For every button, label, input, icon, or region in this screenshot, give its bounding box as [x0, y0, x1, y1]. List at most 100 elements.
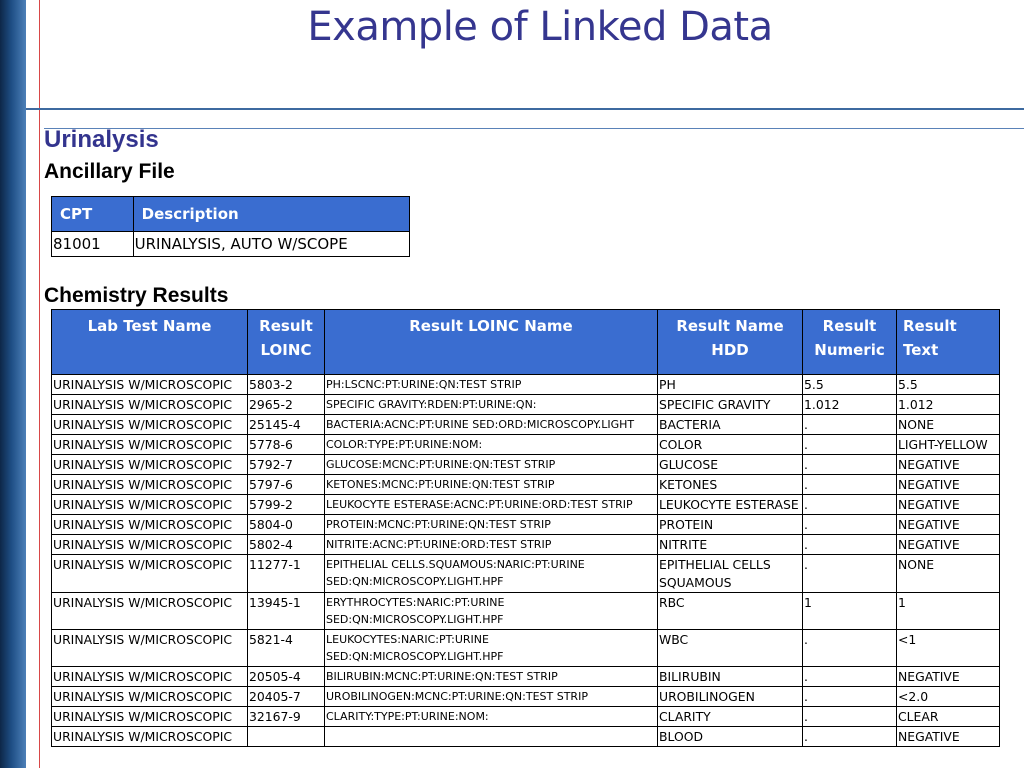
- result-text-cell: NEGATIVE: [896, 534, 1000, 555]
- result-text-cell: NEGATIVE: [896, 514, 1000, 535]
- lab-test-name-cell: URINALYSIS W/MICROSCOPIC: [51, 414, 248, 435]
- table-row: URINALYSIS W/MICROSCOPIC 2965-2 SPECIFIC G…: [51, 394, 1000, 415]
- result-loinc-name-cell: GLUCOSE:MCNC:PT:URINE:QN:TEST STRIP: [324, 454, 658, 475]
- table-row: URINALYSIS W/MICROSCOPIC 5803-2 PH:LSCNC:P…: [51, 374, 1000, 395]
- ancillary-heading: Ancillary File: [44, 160, 175, 183]
- table-row: URINALYSIS W/MICROSCOPIC 13945-1 ERYTHROCY…: [51, 592, 1000, 630]
- lab-test-name-cell: URINALYSIS W/MICROSCOPIC: [51, 494, 248, 515]
- result-numeric-cell: .: [802, 454, 897, 475]
- result-name-hdd-cell: GLUCOSE: [657, 454, 803, 475]
- result-name-hdd-cell: CLARITY: [657, 706, 803, 727]
- result-numeric-cell: 1: [802, 592, 897, 630]
- result-numeric-cell: .: [802, 414, 897, 435]
- lab-test-name-cell: URINALYSIS W/MICROSCOPIC: [51, 629, 248, 667]
- result-loinc-cell: 5803-2: [247, 374, 325, 395]
- description-cell: URINALYSIS, AUTO W/SCOPE: [132, 231, 411, 257]
- result-name-hdd-cell: LEUKOCYTE ESTERASE: [657, 494, 803, 515]
- result-loinc-cell: 32167-9: [247, 706, 325, 727]
- result-text-cell: NEGATIVE: [896, 666, 1000, 687]
- result-text-cell: CLEAR: [896, 706, 1000, 727]
- table-header-row: CPT Description: [51, 196, 411, 232]
- column-header-result-loinc: Result LOINC: [247, 309, 325, 375]
- column-header-result-numeric: Result Numeric: [802, 309, 897, 375]
- table-row: URINALYSIS W/MICROSCOPIC 20505-4 BILIRUBIN…: [51, 666, 1000, 687]
- lab-test-name-cell: URINALYSIS W/MICROSCOPIC: [51, 514, 248, 535]
- lab-test-name-cell: URINALYSIS W/MICROSCOPIC: [51, 726, 248, 747]
- column-header-result-name-hdd: Result Name HDD: [657, 309, 803, 375]
- result-numeric-cell: .: [802, 534, 897, 555]
- result-name-hdd-cell: NITRITE: [657, 534, 803, 555]
- column-header-result-text: Result Text: [896, 309, 1000, 375]
- lab-test-name-cell: URINALYSIS W/MICROSCOPIC: [51, 434, 248, 455]
- result-name-hdd-cell: BLOOD: [657, 726, 803, 747]
- result-numeric-cell: .: [802, 706, 897, 727]
- result-name-hdd-cell: BILIRUBIN: [657, 666, 803, 687]
- result-loinc-name-cell: ERYTHROCYTES:NARIC:PT:URINE SED:QN:MICRO…: [324, 592, 658, 630]
- lab-test-name-cell: URINALYSIS W/MICROSCOPIC: [51, 454, 248, 475]
- result-loinc-cell: [247, 726, 325, 747]
- result-loinc-name-cell: CLARITY:TYPE:PT:URINE:NOM:: [324, 706, 658, 727]
- title-divider: [26, 108, 1024, 110]
- result-text-cell: NEGATIVE: [896, 474, 1000, 495]
- result-name-hdd-cell: EPITHELIAL CELLS SQUAMOUS: [657, 554, 803, 593]
- left-accent-bar: [0, 0, 26, 768]
- section-heading: Urinalysis: [44, 126, 159, 153]
- lab-test-name-cell: URINALYSIS W/MICROSCOPIC: [51, 686, 248, 707]
- column-header-cpt: CPT: [51, 196, 134, 232]
- lab-test-name-cell: URINALYSIS W/MICROSCOPIC: [51, 394, 248, 415]
- result-name-hdd-cell: KETONES: [657, 474, 803, 495]
- result-loinc-cell: 13945-1: [247, 592, 325, 630]
- table-row: URINALYSIS W/MICROSCOPIC BLOOD. NEGATIVE: [51, 726, 1000, 747]
- lab-test-name-cell: URINALYSIS W/MICROSCOPIC: [51, 706, 248, 727]
- result-name-hdd-cell: BACTERIA: [657, 414, 803, 435]
- result-text-cell: <2.0: [896, 686, 1000, 707]
- result-numeric-cell: .: [802, 494, 897, 515]
- result-numeric-cell: 5.5: [802, 374, 897, 395]
- result-name-hdd-cell: SPECIFIC GRAVITY: [657, 394, 803, 415]
- result-loinc-name-cell: LEUKOCYTE ESTERASE:ACNC:PT:URINE:ORD:TES…: [324, 494, 658, 515]
- result-name-hdd-cell: WBC: [657, 629, 803, 667]
- lab-test-name-cell: URINALYSIS W/MICROSCOPIC: [51, 374, 248, 395]
- result-name-hdd-cell: RBC: [657, 592, 803, 630]
- table-row: 81001 URINALYSIS, AUTO W/SCOPE: [51, 231, 411, 257]
- result-loinc-cell: 5797-6: [247, 474, 325, 495]
- result-numeric-cell: 1.012: [802, 394, 897, 415]
- table-row: URINALYSIS W/MICROSCOPIC 32167-9 CLARITY:T…: [51, 706, 1000, 727]
- result-numeric-cell: .: [802, 629, 897, 667]
- table-header-row: Lab Test Name Result LOINC Result LOINC …: [51, 309, 1000, 375]
- cpt-cell: 81001: [51, 231, 134, 257]
- result-text-cell: NONE: [896, 414, 1000, 435]
- table-row: URINALYSIS W/MICROSCOPIC 11277-1 EPITHELIA…: [51, 554, 1000, 593]
- result-numeric-cell: .: [802, 726, 897, 747]
- lab-test-name-cell: URINALYSIS W/MICROSCOPIC: [51, 554, 248, 593]
- result-loinc-cell: 2965-2: [247, 394, 325, 415]
- section-divider: [44, 128, 1024, 129]
- table-row: URINALYSIS W/MICROSCOPIC 5792-7 GLUCOSE:MC…: [51, 454, 1000, 475]
- result-loinc-cell: 5799-2: [247, 494, 325, 515]
- lab-test-name-cell: URINALYSIS W/MICROSCOPIC: [51, 666, 248, 687]
- table-row: URINALYSIS W/MICROSCOPIC 5804-0 PROTEIN:MC…: [51, 514, 1000, 535]
- table-row: URINALYSIS W/MICROSCOPIC 5821-4 LEUKOCYTES…: [51, 629, 1000, 667]
- result-loinc-name-cell: BILIRUBIN:MCNC:PT:URINE:QN:TEST STRIP: [324, 666, 658, 687]
- result-name-hdd-cell: COLOR: [657, 434, 803, 455]
- result-loinc-cell: 5804-0: [247, 514, 325, 535]
- result-numeric-cell: .: [802, 434, 897, 455]
- result-text-cell: <1: [896, 629, 1000, 667]
- column-header-description: Description: [132, 196, 411, 232]
- ancillary-table: CPT Description 81001 URINALYSIS, AUTO W…: [51, 196, 411, 257]
- result-loinc-name-cell: UROBILINOGEN:MCNC:PT:URINE:QN:TEST STRIP: [324, 686, 658, 707]
- result-loinc-name-cell: NITRITE:ACNC:PT:URINE:ORD:TEST STRIP: [324, 534, 658, 555]
- margin-rule: [39, 0, 40, 768]
- result-loinc-name-cell: COLOR:TYPE:PT:URINE:NOM:: [324, 434, 658, 455]
- result-text-cell: 1.012: [896, 394, 1000, 415]
- column-header-result-loinc-name: Result LOINC Name: [324, 309, 658, 375]
- table-row: URINALYSIS W/MICROSCOPIC 5797-6 KETONES:MC…: [51, 474, 1000, 495]
- result-text-cell: NEGATIVE: [896, 494, 1000, 515]
- result-loinc-name-cell: BACTERIA:ACNC:PT:URINE SED:ORD:MICROSCOP…: [324, 414, 658, 435]
- column-header-lab-test-name: Lab Test Name: [51, 309, 248, 375]
- result-numeric-cell: .: [802, 554, 897, 593]
- result-text-cell: NEGATIVE: [896, 454, 1000, 475]
- result-loinc-cell: 5792-7: [247, 454, 325, 475]
- result-name-hdd-cell: PH: [657, 374, 803, 395]
- result-text-cell: 5.5: [896, 374, 1000, 395]
